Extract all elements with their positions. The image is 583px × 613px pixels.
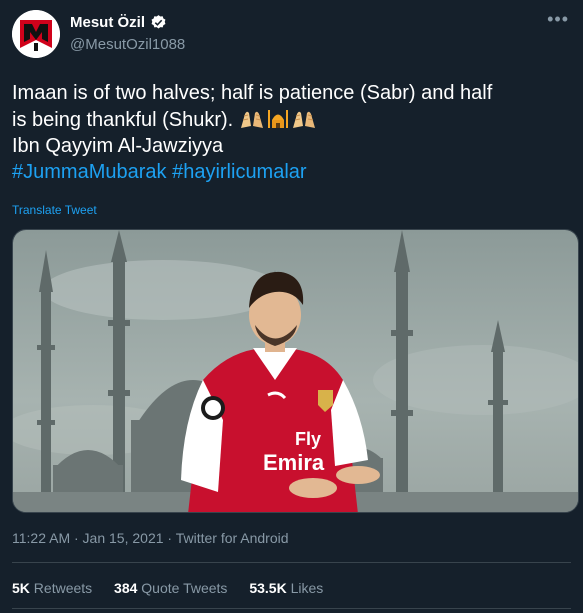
tweet-line-3: Ibn Qayyim Al-Jawziyya bbox=[12, 135, 224, 157]
author-name[interactable]: Mesut Özil bbox=[70, 14, 145, 31]
retweets-count: 5K bbox=[12, 580, 30, 596]
retweets-label: Retweets bbox=[33, 580, 93, 596]
tweet-text: Imaan is of two halves; half is patience… bbox=[12, 80, 572, 185]
divider bbox=[12, 562, 571, 563]
translate-tweet-link[interactable]: Translate Tweet bbox=[12, 203, 97, 217]
tweet-line-2: is being thankful (Shukr). bbox=[12, 106, 572, 133]
logo-icon bbox=[12, 10, 60, 58]
shirt-text-emirates: Emira bbox=[263, 450, 325, 475]
tweet-stats: 5K Retweets 384 Quote Tweets 53.5K Likes bbox=[12, 580, 341, 596]
mosque-illustration: Fly Emira bbox=[13, 230, 578, 512]
author-handle[interactable]: @MesutOzil1088 bbox=[70, 36, 185, 53]
quote-tweets-label: Quote Tweets bbox=[141, 580, 228, 596]
praying-hands-icon bbox=[240, 111, 263, 128]
praying-hands-icon bbox=[292, 111, 315, 128]
hashtag-jummamubarak[interactable]: #JummaMubarak bbox=[12, 161, 167, 183]
verified-badge-icon bbox=[151, 15, 166, 29]
hashtag-line: #JummaMubarak #hayirlicumalar bbox=[12, 159, 572, 185]
mosque-icon bbox=[267, 110, 288, 128]
likes-stat[interactable]: 53.5K Likes bbox=[249, 580, 323, 596]
retweets-stat[interactable]: 5K Retweets bbox=[12, 580, 92, 596]
quote-tweets-count: 384 bbox=[114, 580, 138, 596]
tweet-line-1: Imaan is of two halves; half is patience… bbox=[12, 82, 493, 104]
avatar[interactable] bbox=[12, 10, 60, 58]
shirt-text-fly: Fly bbox=[295, 429, 321, 449]
tweet-timestamp[interactable]: 11:22 AM · Jan 15, 2021 · Twitter for An… bbox=[12, 530, 289, 546]
tweet: Mesut Özil @MesutOzil1088 ••• Imaan is o… bbox=[0, 0, 583, 613]
tweet-media-image[interactable]: Fly Emira bbox=[12, 229, 579, 513]
tweet-line-2-text: is being thankful (Shukr). bbox=[12, 109, 239, 131]
divider bbox=[12, 608, 571, 609]
more-options-icon[interactable]: ••• bbox=[547, 10, 569, 28]
likes-label: Likes bbox=[290, 580, 324, 596]
likes-count: 53.5K bbox=[249, 580, 287, 596]
hashtag-hayirlicumalar[interactable]: #hayirlicumalar bbox=[172, 161, 307, 183]
quote-tweets-stat[interactable]: 384 Quote Tweets bbox=[114, 580, 227, 596]
